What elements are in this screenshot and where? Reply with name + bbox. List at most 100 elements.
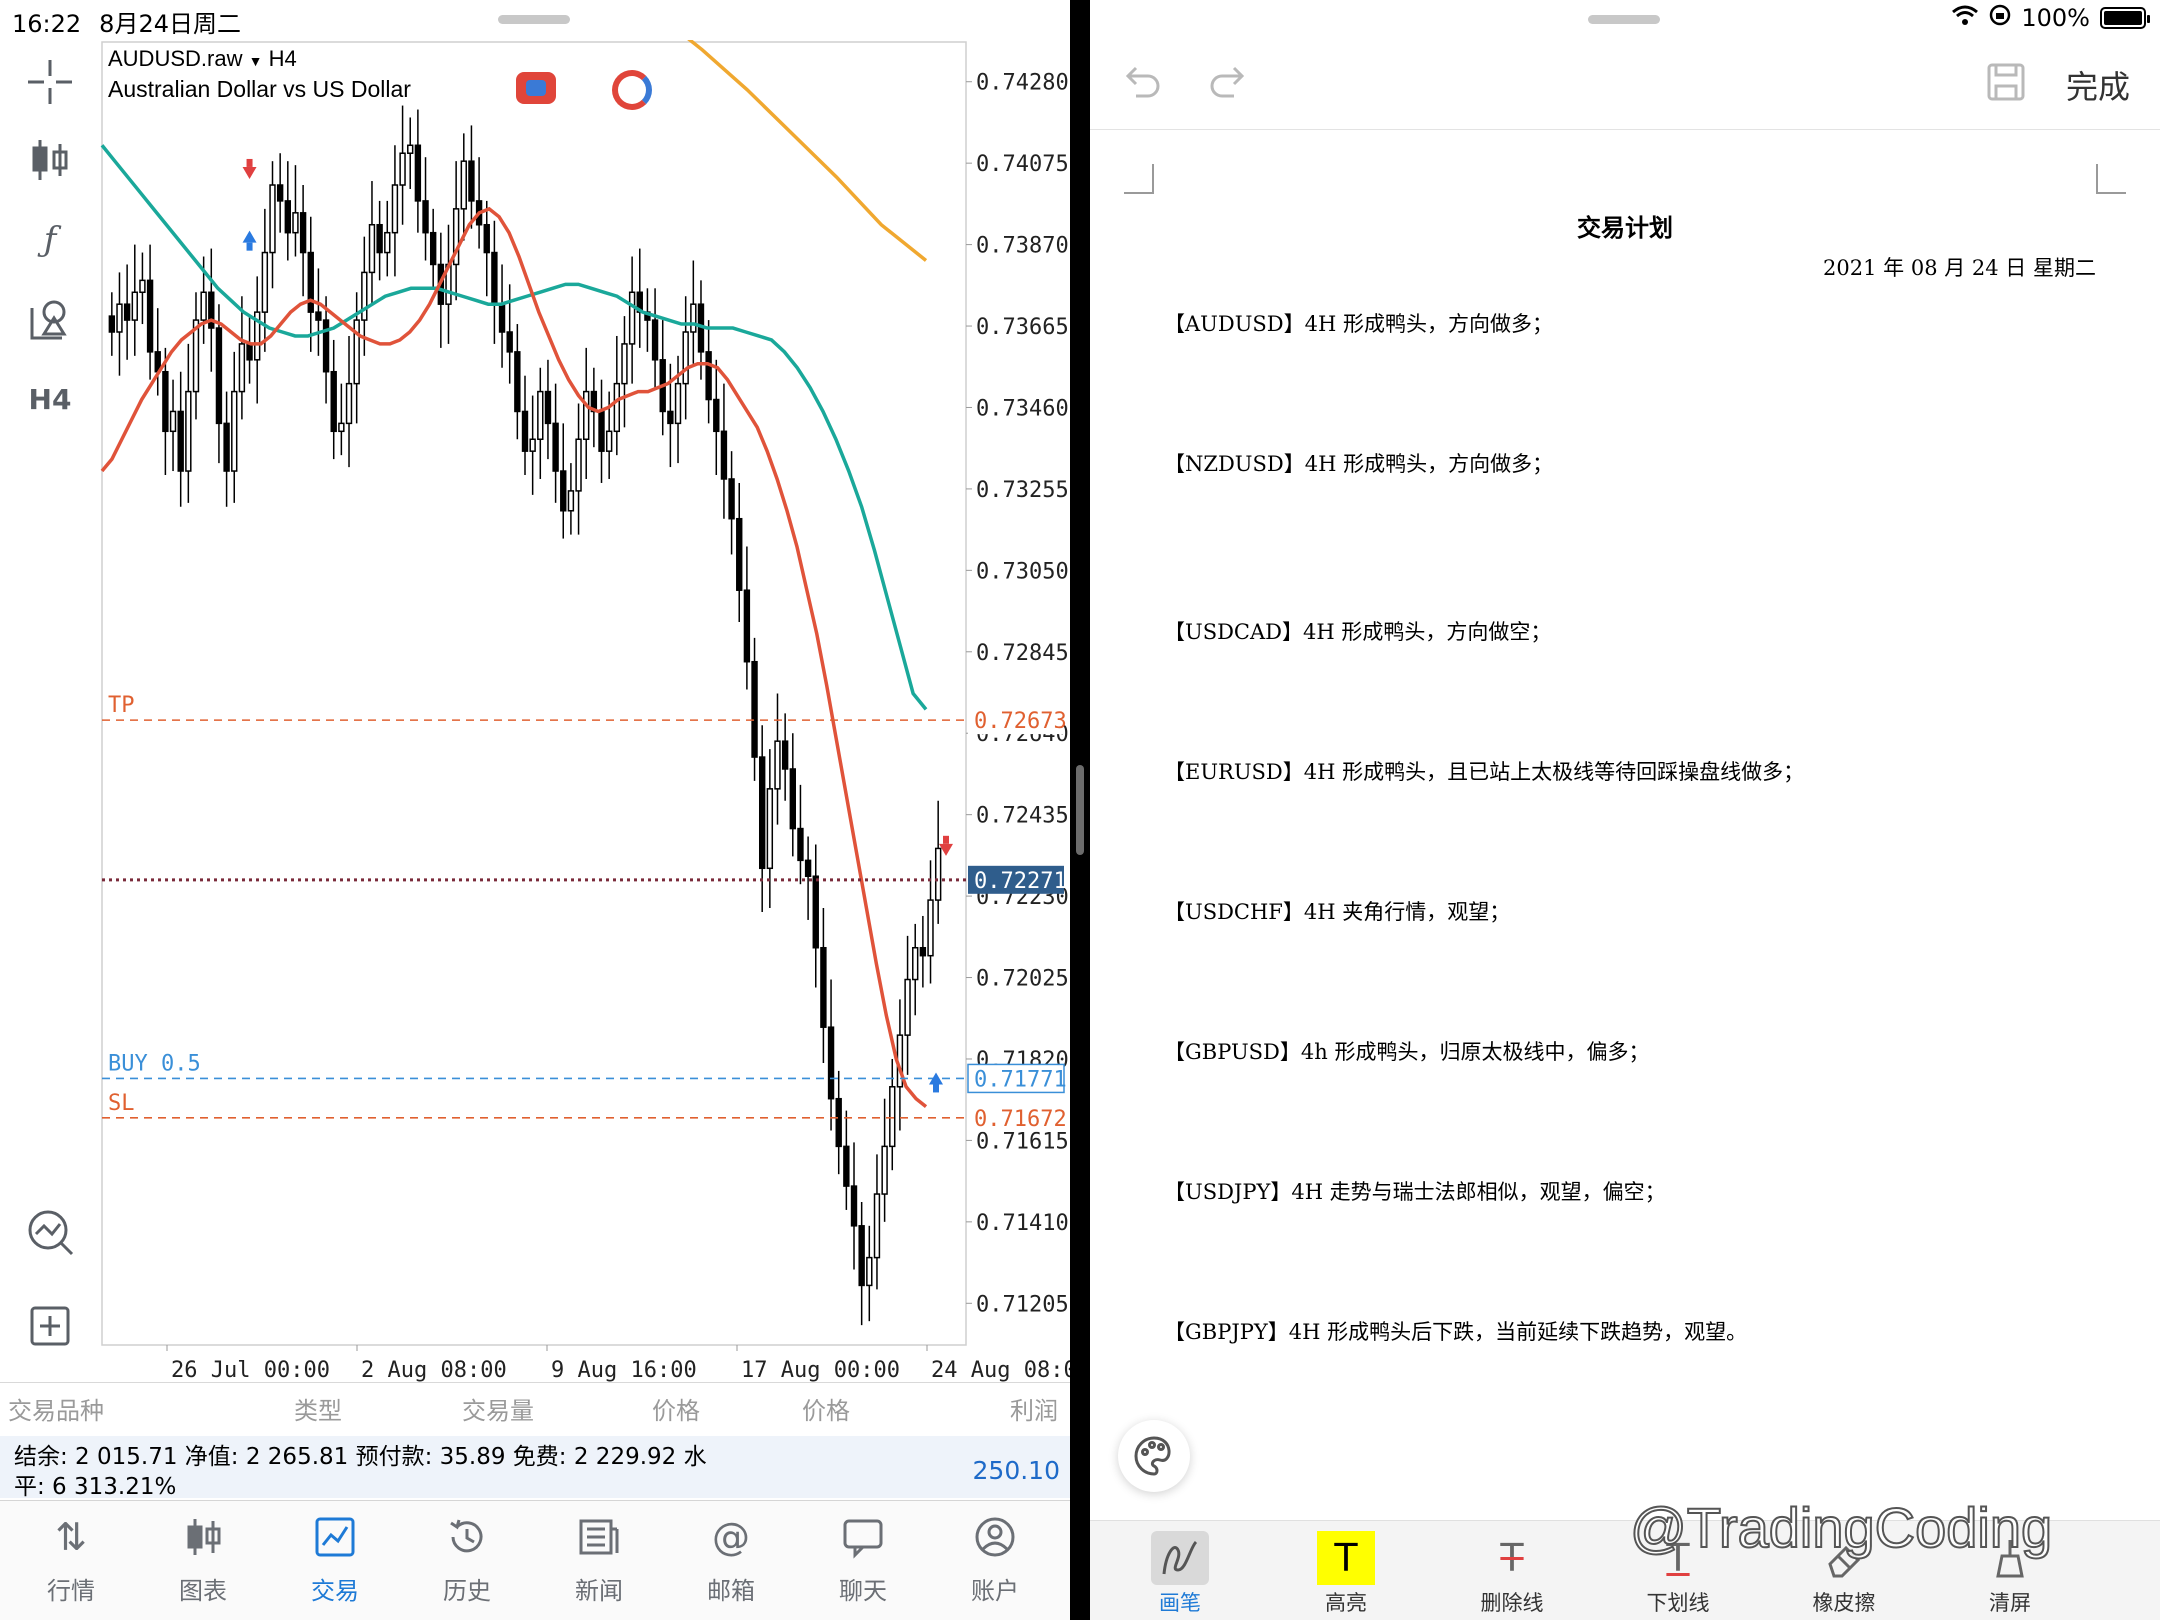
doc-title: 交易计划 <box>1577 213 1673 242</box>
plan-line-usdchf: 【USDCHF】4H 夹角行情，观望； <box>1164 900 1511 924</box>
plan-line-eurusd: 【EURUSD】4H 形成鸭头，且已站上太极线等待回踩操盘线做多； <box>1164 760 1805 784</box>
candle-body <box>506 331 513 353</box>
candle-body <box>146 279 154 353</box>
candle-body <box>521 410 529 452</box>
col-type[interactable]: 类型 <box>294 1391 342 1426</box>
tool-pen[interactable]: 画笔 <box>1120 1521 1240 1620</box>
battery-icon <box>2100 7 2150 29</box>
symbol-name[interactable]: AUDUSD.raw <box>108 46 242 71</box>
undo-icon[interactable] <box>1120 58 1164 111</box>
candle-body <box>330 370 337 433</box>
tab-news[interactable]: 新闻 <box>544 1501 654 1620</box>
tab-charts[interactable]: 图表 <box>148 1501 258 1620</box>
tab-history[interactable]: 历史 <box>412 1501 522 1620</box>
timeframe-button[interactable]: H4 <box>24 374 76 426</box>
buy-value-tag: 0.71771 <box>974 1067 1067 1092</box>
candle-body <box>345 382 353 425</box>
tab-account[interactable]: 账户 <box>940 1501 1050 1620</box>
col-profit[interactable]: 利润 <box>1010 1391 1058 1426</box>
symbol-dropdown-icon[interactable]: ▼ <box>249 53 263 69</box>
candle-body <box>246 343 253 361</box>
candle-body <box>376 223 383 254</box>
sl-value-tag: 0.71672 <box>974 1107 1067 1132</box>
plot-frame <box>101 41 967 1346</box>
y-tick-label: 0.71410 <box>976 1211 1069 1236</box>
candle-body <box>391 184 399 234</box>
candle-body <box>238 343 246 393</box>
objects-icon[interactable] <box>24 294 76 346</box>
candle-body <box>544 390 552 425</box>
watermark: @TradingCoding <box>1629 1495 2053 1560</box>
candle-body <box>514 351 521 413</box>
palette-icon[interactable] <box>1118 1420 1190 1492</box>
total-profit: 250.10 <box>972 1456 1060 1485</box>
candle-body <box>185 390 192 472</box>
crop-mark-tl <box>1124 164 1154 194</box>
col-price-current[interactable]: 价格 <box>802 1391 850 1426</box>
candle-body <box>299 212 307 254</box>
tool-strikethrough[interactable]: T 删除线 <box>1452 1521 1572 1620</box>
candle-body <box>422 200 429 234</box>
y-tick-label: 0.73665 <box>976 315 1069 340</box>
candle-body <box>912 946 919 981</box>
timeframe-label: H4 <box>268 46 297 71</box>
col-symbol[interactable]: 交易品种 <box>8 1391 104 1426</box>
candle-body <box>690 303 697 333</box>
one-click-trading-icon[interactable] <box>516 72 556 104</box>
tab-chat[interactable]: 聊天 <box>808 1501 918 1620</box>
balance-row[interactable]: 结余: 2 015.71 净值: 2 265.81 预付款: 35.89 免费:… <box>0 1436 1070 1500</box>
chart-analysis-icon[interactable] <box>24 1206 76 1258</box>
y-tick-label: 0.73050 <box>976 559 1069 584</box>
redo-icon[interactable] <box>1206 58 1250 111</box>
candle-body <box>674 382 682 425</box>
candle-body <box>728 478 735 520</box>
candle-body <box>483 223 490 254</box>
new-order-icon[interactable] <box>24 1300 76 1352</box>
tp-label: TP <box>108 693 135 718</box>
doc-date: 2021 年 08 月 24 日 星期二 <box>1823 256 2096 280</box>
candle-body <box>261 251 269 313</box>
candle-body <box>919 946 927 957</box>
trade-timer-icon[interactable] <box>612 70 652 110</box>
candle-body <box>843 1145 850 1187</box>
tab-trade[interactable]: 交易 <box>280 1501 390 1620</box>
plan-line-usdcad: 【USDCAD】4H 形成鸭头，方向做空； <box>1164 620 1552 644</box>
tab-mailbox[interactable]: @ 邮箱 <box>676 1501 786 1620</box>
save-icon[interactable] <box>1986 62 2026 111</box>
candle-body <box>338 422 345 433</box>
exit-arrow-marker-stem <box>943 835 949 844</box>
buy-arrow-marker-stem <box>246 242 253 251</box>
plan-line-gbpusd: 【GBPUSD】4h 形成鸭头，归原太极线中，偏多； <box>1164 1040 1650 1064</box>
candle-body <box>583 390 590 441</box>
plan-line-nzdusd: 【NZDUSD】4H 形成鸭头，方向做多； <box>1164 452 1554 476</box>
candle-body <box>139 279 146 294</box>
candle-body <box>200 291 207 321</box>
tool-highlight[interactable]: T 高亮 <box>1286 1521 1406 1620</box>
col-price-open[interactable]: 价格 <box>652 1391 700 1426</box>
chart-bars-icon <box>148 1515 258 1563</box>
indicators-icon[interactable]: ƒ <box>24 214 76 266</box>
candle-body <box>177 410 184 472</box>
y-tick-label: 0.73460 <box>976 396 1069 421</box>
split-divider-handle[interactable] <box>1076 765 1084 855</box>
multitask-grabber[interactable] <box>498 15 570 24</box>
plan-line-audusd: 【AUDUSD】4H 形成鸭头，方向做多； <box>1164 312 1553 336</box>
price-chart[interactable]: 0.74280 0.74075 0.73870 0.73665 0.73460 0.732… <box>100 40 1070 1385</box>
candlestick-type-icon[interactable] <box>24 134 76 186</box>
wifi-icon <box>1951 4 1979 32</box>
candle-body <box>820 946 827 1028</box>
candle-body <box>162 370 169 433</box>
candle-body <box>904 978 911 1036</box>
done-button[interactable]: 完成 <box>2066 62 2130 108</box>
candle-body <box>322 319 330 373</box>
chart-canvas[interactable]: 0.74280 0.74075 0.73870 0.73665 0.73460 0.732… <box>100 40 1070 1385</box>
candle-body <box>269 184 276 254</box>
multitask-grabber-right[interactable] <box>1588 15 1660 24</box>
crosshair-icon[interactable] <box>24 56 76 108</box>
tab-quotes[interactable]: ⇅ 行情 <box>16 1501 126 1620</box>
candle-body <box>667 410 674 425</box>
y-tick-label: 0.74075 <box>976 152 1069 177</box>
col-volume[interactable]: 交易量 <box>462 1391 534 1426</box>
document-page[interactable]: 交易计划 2021 年 08 月 24 日 星期二 【AUDUSD】4H 形成鸭… <box>1090 132 2160 1522</box>
current-price-tag: 0.72271 <box>974 869 1067 894</box>
